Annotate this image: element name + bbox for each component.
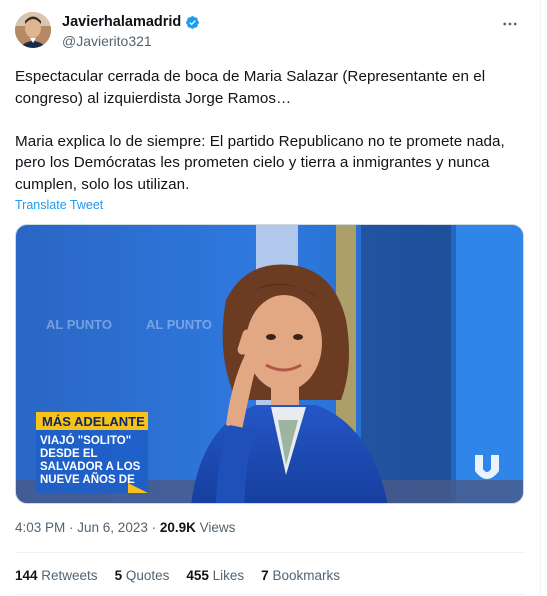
lower-third-line-2: DESDE EL [40, 448, 98, 460]
background-text-1: AL PUNTO [46, 317, 112, 332]
author-avatar[interactable] [15, 12, 51, 48]
tweet-text: Espectacular cerrada de boca de Maria Sa… [15, 68, 505, 193]
bookmarks-count: 7 [261, 568, 269, 583]
tweet-stats: 144 Retweets 5 Quotes 455 Likes 7 Bookma… [15, 568, 340, 583]
display-name-row: Javierhalamadrid [62, 13, 200, 31]
likes-label: Likes [208, 568, 245, 583]
lower-third-header: MÁS ADELANTE [42, 414, 145, 429]
tweet-date[interactable]: Jun 6, 2023 [77, 520, 148, 535]
bookmarks-label: Bookmarks [268, 568, 340, 583]
likes-count: 455 [186, 568, 209, 583]
retweets-stat[interactable]: 144 Retweets [15, 568, 98, 583]
bookmarks-stat[interactable]: 7 Bookmarks [261, 568, 340, 583]
lower-third-line-3: SALVADOR A LOS [40, 461, 141, 473]
divider-top [15, 552, 525, 553]
tweet-header: Javierhalamadrid @Javierito321 [15, 12, 525, 52]
tweet-video[interactable]: AL PUNTO AL PUNTO MÁS ADELANTE VIAJÓ "SO… [15, 224, 524, 504]
divider-bottom [15, 594, 525, 595]
quotes-label: Quotes [122, 568, 170, 583]
retweets-count: 144 [15, 568, 38, 583]
verified-badge-icon [185, 15, 200, 30]
tweet-meta: 4:03 PM · Jun 6, 2023 · 20.9K Views [15, 520, 235, 535]
lower-third-line-1: VIAJÓ "SOLITO" [40, 434, 131, 447]
retweets-label: Retweets [37, 568, 98, 583]
quotes-count: 5 [114, 568, 123, 583]
studio-right-panel [456, 225, 523, 503]
author-names: Javierhalamadrid @Javierito321 [62, 13, 200, 49]
studio-dark-panel [361, 225, 451, 503]
lower-third-line-4: NUEVE AÑOS DE [40, 473, 135, 486]
views-label: Views [195, 520, 236, 535]
quotes-stat[interactable]: 5 Quotes [115, 568, 170, 583]
more-options-icon[interactable] [501, 15, 519, 33]
author-handle[interactable]: @Javierito321 [62, 33, 200, 49]
meta-separator: · [65, 520, 78, 535]
background-text-2: AL PUNTO [146, 317, 212, 332]
tweet-card: Javierhalamadrid @Javierito321 Espectacu… [0, 0, 541, 596]
likes-stat[interactable]: 455 Likes [186, 568, 244, 583]
lower-third-graphic: MÁS ADELANTE VIAJÓ "SOLITO" DESDE EL SAL… [36, 412, 148, 493]
views-count: 20.9K [159, 520, 196, 535]
meta-separator-2: · [147, 520, 160, 535]
author-display-name[interactable]: Javierhalamadrid [62, 14, 181, 30]
tweet-time[interactable]: 4:03 PM [15, 520, 65, 535]
translate-tweet-link[interactable]: Translate Tweet [15, 198, 103, 212]
